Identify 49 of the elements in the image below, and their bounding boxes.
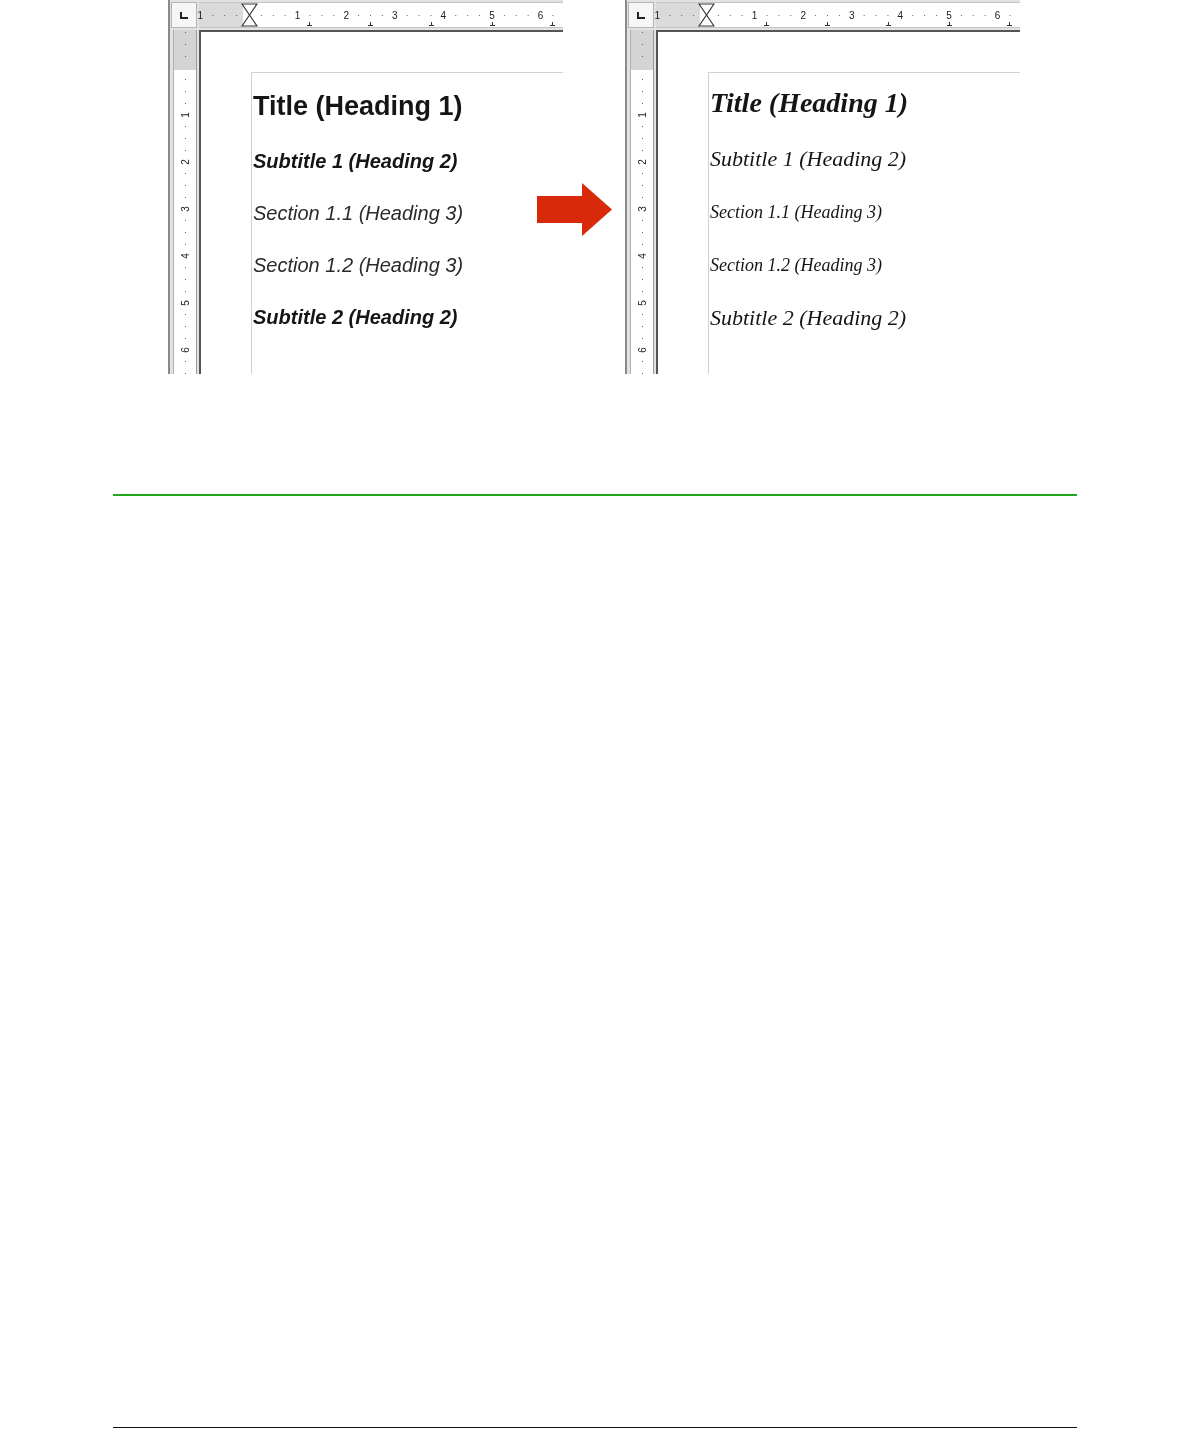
ruler-number: 4 (179, 253, 191, 259)
ruler-number: 6 (636, 347, 648, 353)
l-shape-icon (637, 11, 645, 19)
ruler-number: 2 (800, 9, 806, 21)
title-heading: Title (Heading 1) (253, 90, 463, 123)
section-heading: Section 1.1 (Heading 3) (253, 201, 464, 226)
ruler-number: 1 (197, 9, 204, 21)
ruler-number: 6 (537, 9, 544, 21)
ruler-number: 6 (994, 9, 1001, 21)
ruler-number: 1 (636, 112, 648, 118)
ruler-number: 2 (179, 159, 191, 165)
l-shape-icon (180, 11, 188, 19)
ruler-number: 1 (751, 9, 758, 21)
ruler-number: 5 (636, 300, 648, 306)
right-arrow-icon (537, 183, 613, 236)
ruler-number: 4 (636, 253, 648, 259)
subtitle-heading: Subtitle 2 (Heading 2) (253, 305, 458, 330)
tab-stop-icon (946, 22, 952, 26)
ruler-number: 5 (946, 9, 952, 21)
ruler-number: 1 (654, 9, 661, 21)
subtitle-heading: Subtitle 1 (Heading 2) (710, 145, 907, 173)
tab-stop-icon (428, 22, 434, 26)
tab-stop-icon (307, 22, 313, 26)
section-heading: Section 1.2 (Heading 3) (710, 254, 882, 277)
tab-stop-icon (1007, 22, 1013, 26)
ruler-number: 3 (636, 206, 648, 212)
tab-stop-icon (489, 22, 495, 26)
ruler-number: 3 (849, 9, 855, 21)
ruler-number: 6 (179, 347, 191, 353)
tab-stop-icon (764, 22, 770, 26)
section-heading: Section 1.2 (Heading 3) (253, 253, 464, 278)
ruler-number: 3 (392, 9, 398, 21)
tab-stop-icon (368, 22, 373, 26)
title-heading: Title (Heading 1) (710, 86, 909, 120)
ruler-number: 5 (489, 9, 495, 21)
ruler-number: 1 (294, 9, 301, 21)
tab-stop-icon (885, 22, 891, 26)
subtitle-heading: Subtitle 2 (Heading 2) (710, 304, 907, 332)
tab-stop-icon (825, 22, 830, 26)
ruler-number: 1 (179, 112, 191, 118)
tab-stop-icon (550, 22, 556, 26)
section-heading: Section 1.1 (Heading 3) (710, 201, 882, 224)
ruler-number: 4 (897, 9, 904, 21)
subtitle-heading: Subtitle 1 (Heading 2) (253, 149, 458, 174)
ruler-number: 5 (179, 300, 191, 306)
ruler-number: 4 (440, 9, 447, 21)
ruler-number: 3 (179, 206, 191, 212)
ruler-number: 2 (636, 159, 648, 165)
ruler-number: 2 (343, 9, 349, 21)
